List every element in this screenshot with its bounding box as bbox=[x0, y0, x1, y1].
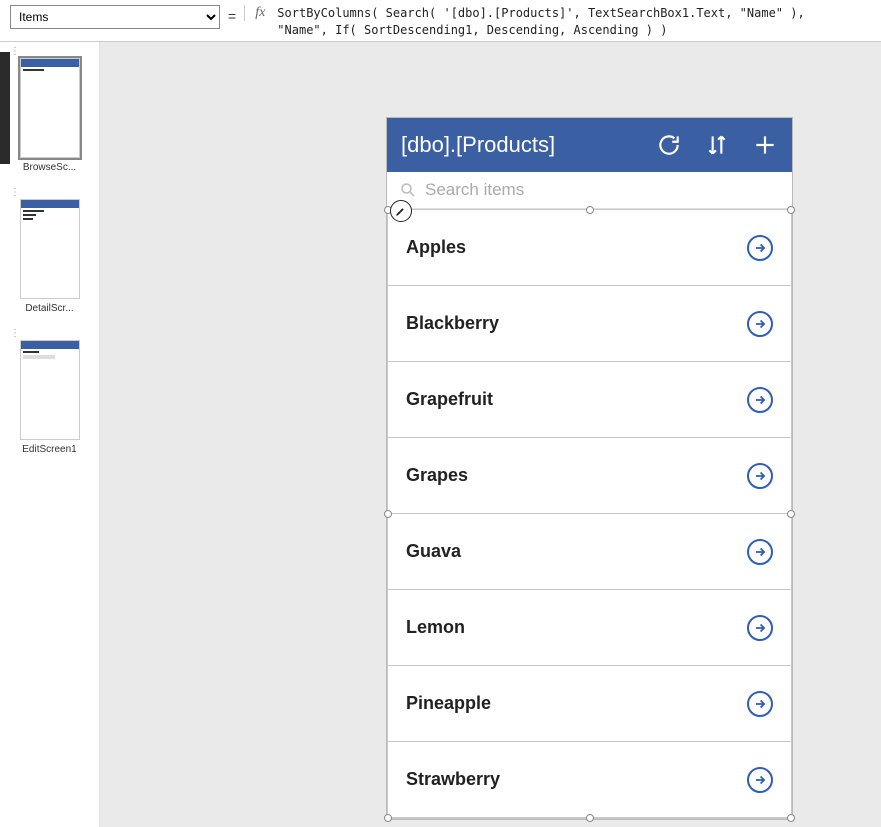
edit-template-icon[interactable] bbox=[390, 200, 412, 222]
add-icon[interactable] bbox=[752, 132, 778, 158]
list-item[interactable]: Pineapple bbox=[388, 666, 791, 742]
app-preview: [dbo].[Products] bbox=[386, 117, 793, 820]
screen-label: DetailScr... bbox=[10, 303, 89, 314]
list-item[interactable]: Grapefruit bbox=[388, 362, 791, 438]
item-name: Pineapple bbox=[406, 693, 491, 714]
canvas[interactable]: [dbo].[Products] bbox=[100, 42, 881, 827]
list-item[interactable]: Lemon bbox=[388, 590, 791, 666]
fx-label: fx bbox=[244, 5, 269, 21]
navigate-arrow-icon[interactable] bbox=[747, 311, 773, 337]
list-item[interactable]: Grapes bbox=[388, 438, 791, 514]
property-dropdown[interactable]: Items bbox=[10, 5, 220, 29]
navigate-arrow-icon[interactable] bbox=[747, 615, 773, 641]
list-item[interactable]: Guava bbox=[388, 514, 791, 590]
navigate-arrow-icon[interactable] bbox=[747, 539, 773, 565]
sort-icon[interactable] bbox=[704, 132, 730, 158]
item-name: Apples bbox=[406, 237, 466, 258]
screen-thumb-detail[interactable]: ⋮ DetailScr... bbox=[10, 189, 89, 314]
gallery[interactable]: Apples Blackberry Grapefruit Grapes Guava Lem… bbox=[387, 209, 792, 819]
app-title: [dbo].[Products] bbox=[401, 132, 656, 158]
item-name: Lemon bbox=[406, 617, 465, 638]
item-name: Blackberry bbox=[406, 313, 499, 334]
search-input[interactable] bbox=[425, 180, 780, 200]
search-row bbox=[387, 172, 792, 209]
list-item[interactable]: Strawberry bbox=[388, 742, 791, 818]
formula-text[interactable]: SortByColumns( Search( '[dbo].[Products]… bbox=[277, 5, 804, 39]
thumb-menu-icon[interactable]: ⋮ bbox=[10, 48, 89, 56]
screen-label: EditScreen1 bbox=[10, 444, 89, 455]
title-bar: [dbo].[Products] bbox=[387, 118, 792, 172]
screen-thumb-browse[interactable]: ⋮ BrowseSc... bbox=[10, 48, 89, 173]
equals-sign: = bbox=[228, 8, 236, 24]
navigate-arrow-icon[interactable] bbox=[747, 463, 773, 489]
navigate-arrow-icon[interactable] bbox=[747, 767, 773, 793]
item-name: Strawberry bbox=[406, 769, 500, 790]
navigate-arrow-icon[interactable] bbox=[747, 691, 773, 717]
search-icon bbox=[399, 181, 417, 199]
item-name: Grapefruit bbox=[406, 389, 493, 410]
thumb-menu-icon[interactable]: ⋮ bbox=[10, 330, 89, 338]
refresh-icon[interactable] bbox=[656, 132, 682, 158]
list-item[interactable]: Apples bbox=[388, 210, 791, 286]
item-name: Grapes bbox=[406, 465, 468, 486]
screen-label: BrowseSc... bbox=[10, 162, 89, 173]
navigate-arrow-icon[interactable] bbox=[747, 387, 773, 413]
formula-bar: Items = fx SortByColumns( Search( '[dbo]… bbox=[0, 0, 881, 42]
list-item[interactable]: Blackberry bbox=[388, 286, 791, 362]
screens-panel: ⋮ BrowseSc... ⋮ DetailScr... ⋮ bbox=[0, 42, 100, 827]
item-name: Guava bbox=[406, 541, 461, 562]
screen-thumb-edit[interactable]: ⋮ EditScreen1 bbox=[10, 330, 89, 455]
navigate-arrow-icon[interactable] bbox=[747, 235, 773, 261]
thumb-menu-icon[interactable]: ⋮ bbox=[10, 189, 89, 197]
